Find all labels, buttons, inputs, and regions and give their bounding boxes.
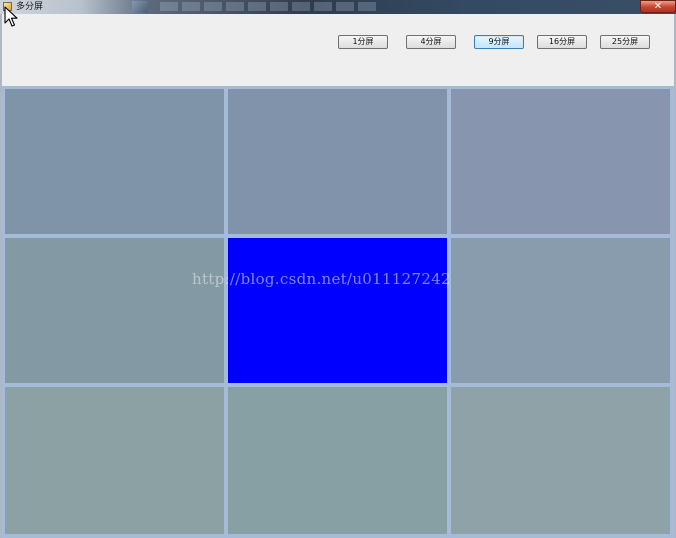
- video-cell-3[interactable]: [451, 89, 670, 234]
- video-cell-8[interactable]: [228, 387, 447, 534]
- toolbar: 1分屏 4分屏 9分屏 16分屏 25分屏: [0, 14, 676, 86]
- video-cell-1[interactable]: [5, 89, 224, 234]
- video-grid: [0, 86, 676, 538]
- split-16-button[interactable]: 16分屏: [537, 35, 587, 49]
- video-cell-4[interactable]: [5, 238, 224, 383]
- video-cell-9[interactable]: [451, 387, 670, 534]
- background-app-icon: [132, 1, 148, 13]
- split-25-button[interactable]: 25分屏: [600, 35, 650, 49]
- video-cell-7[interactable]: [5, 387, 224, 534]
- split-1-button[interactable]: 1分屏: [338, 35, 388, 49]
- title-bar: 多分屏 ✕: [0, 0, 676, 14]
- close-button[interactable]: ✕: [640, 0, 676, 13]
- window-title: 多分屏: [16, 2, 44, 12]
- app-icon: [3, 2, 12, 11]
- video-cell-2[interactable]: [228, 89, 447, 234]
- background-window-title: [160, 2, 380, 11]
- split-4-button[interactable]: 4分屏: [406, 35, 456, 49]
- video-cell-6[interactable]: [451, 238, 670, 383]
- video-cell-5-selected[interactable]: [228, 238, 447, 383]
- split-9-button[interactable]: 9分屏: [474, 35, 524, 49]
